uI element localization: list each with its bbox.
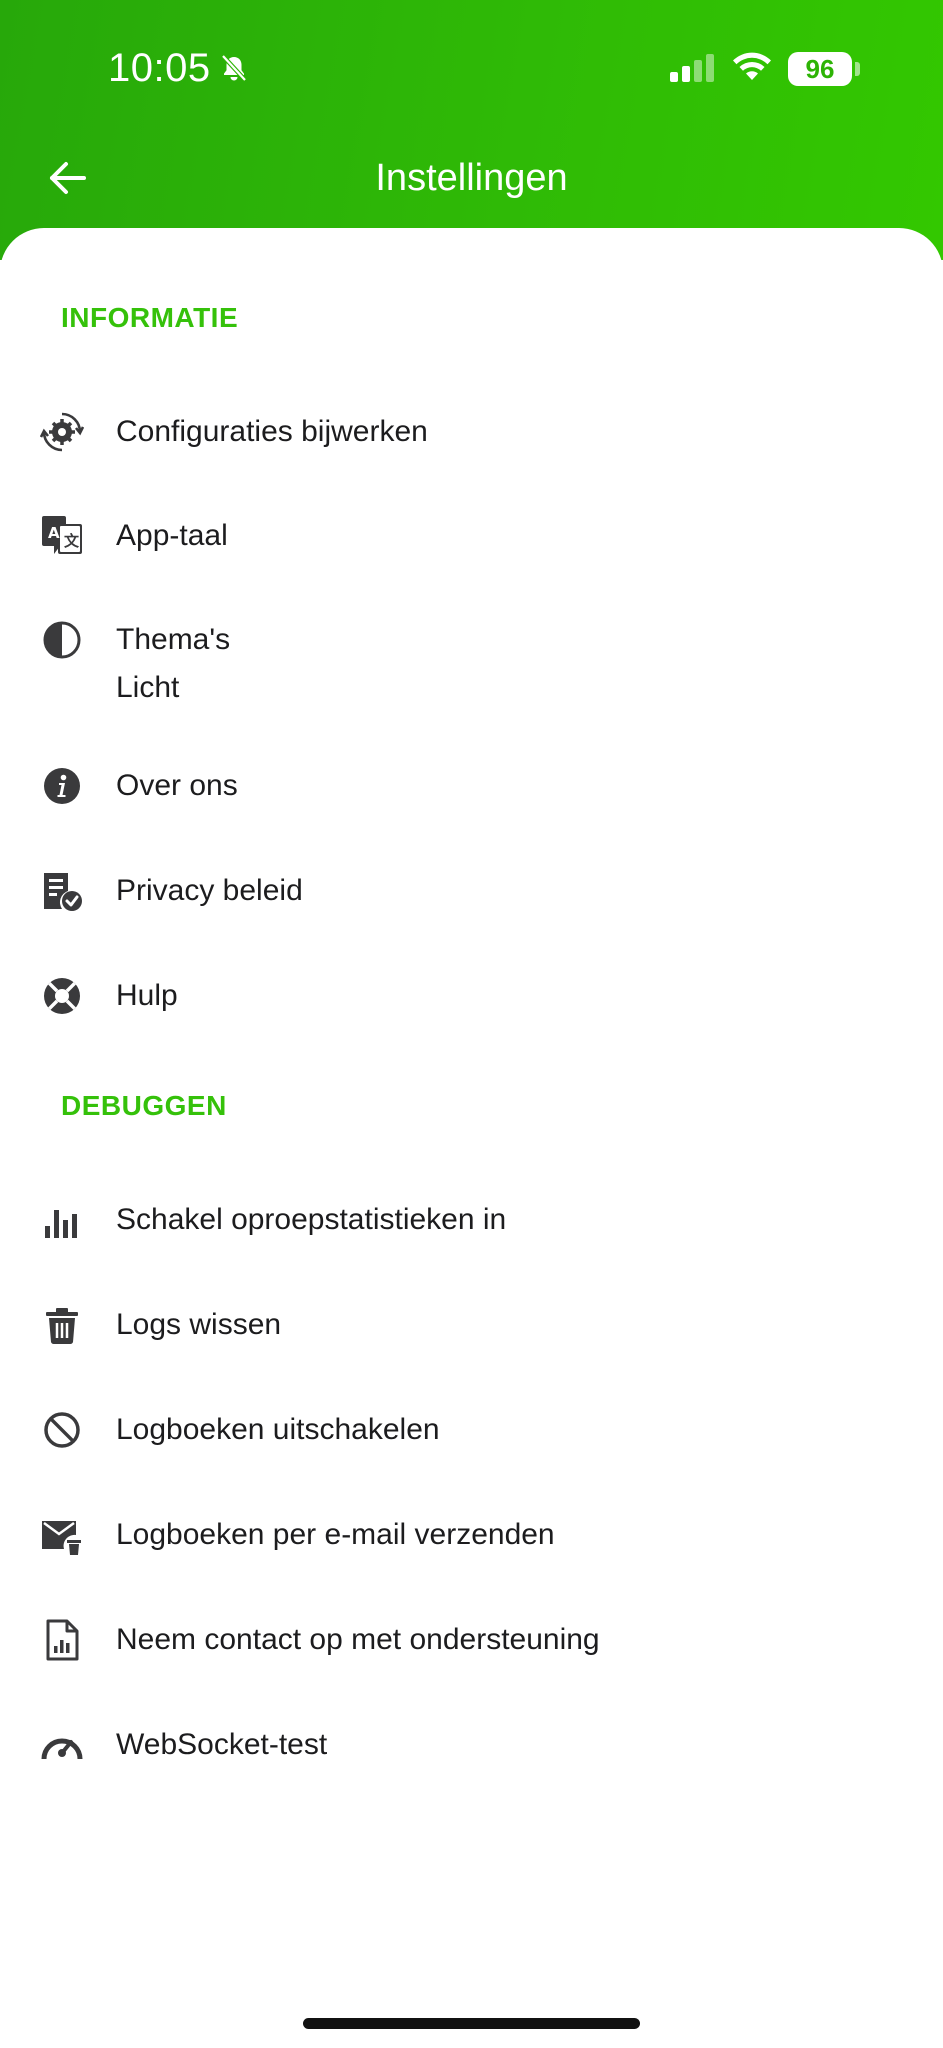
settings-item-label: Over ons — [116, 769, 238, 802]
settings-item-call-statistics[interactable]: Schakel oproepstatistieken in — [0, 1180, 943, 1260]
contrast-icon — [43, 621, 81, 659]
settings-item-label: Logboeken per e-mail verzenden — [116, 1518, 555, 1551]
mail-delete-icon — [42, 1521, 81, 1555]
block-icon — [44, 1412, 80, 1448]
settings-item-label: WebSocket-test — [116, 1728, 328, 1761]
page-title: Instellingen — [375, 157, 568, 199]
settings-sync-icon — [40, 412, 84, 452]
settings-item-label: Thema's — [116, 623, 231, 656]
settings-item-help[interactable]: Hulp — [0, 956, 943, 1036]
svg-text:文: 文 — [64, 532, 80, 550]
bar-chart-icon — [45, 1210, 77, 1238]
settings-screen: 10:05 96 Instellingen INFORMATIE Configu… — [0, 0, 943, 2048]
settings-item-disable-logs[interactable]: Logboeken uitschakelen — [0, 1390, 943, 1470]
settings-item-update-configurations[interactable]: Configuraties bijwerken — [0, 392, 943, 472]
bell-slash-icon — [221, 54, 247, 82]
settings-item-email-logs[interactable]: Logboeken per e-mail verzenden — [0, 1495, 943, 1575]
status-time: 10:05 — [108, 46, 211, 90]
info-icon — [44, 768, 80, 804]
speedometer-icon — [41, 1738, 83, 1767]
settings-item-label: App-taal — [116, 519, 228, 552]
battery-tip — [855, 62, 860, 76]
settings-item-label: Hulp — [116, 979, 178, 1012]
wifi-icon — [733, 52, 771, 80]
privacy-policy-icon — [44, 873, 82, 911]
lifebuoy-icon — [44, 978, 80, 1014]
settings-item-value: Licht — [116, 671, 180, 704]
settings-item-label: Logboeken uitschakelen — [116, 1413, 440, 1446]
translate-icon: A 文 — [42, 516, 82, 554]
settings-item-themes[interactable]: Thema's Licht — [0, 600, 943, 720]
settings-item-label: Logs wissen — [116, 1308, 282, 1341]
settings-item-clear-logs[interactable]: Logs wissen — [0, 1285, 943, 1365]
section-header-debug: DEBUGGEN — [61, 1090, 227, 1121]
trash-icon — [46, 1308, 78, 1345]
settings-item-app-language[interactable]: A 文 App-taal — [0, 496, 943, 576]
home-indicator[interactable] — [303, 2018, 640, 2029]
settings-item-about-us[interactable]: Over ons — [0, 746, 943, 826]
settings-item-label: Schakel oproepstatistieken in — [116, 1203, 507, 1236]
header-background — [0, 0, 943, 260]
settings-item-label: Configuraties bijwerken — [116, 415, 428, 448]
settings-item-websocket-test[interactable]: WebSocket-test — [0, 1705, 943, 1785]
battery-indicator: 96 — [788, 52, 852, 86]
report-file-icon — [46, 1619, 79, 1661]
settings-item-label: Privacy beleid — [116, 874, 303, 907]
signal-icon — [670, 54, 714, 82]
section-header-info: INFORMATIE — [61, 302, 239, 333]
settings-item-privacy-policy[interactable]: Privacy beleid — [0, 851, 943, 931]
settings-item-contact-support[interactable]: Neem contact op met ondersteuning — [0, 1600, 943, 1680]
settings-item-label: Neem contact op met ondersteuning — [116, 1623, 600, 1656]
svg-text:A: A — [48, 524, 60, 542]
